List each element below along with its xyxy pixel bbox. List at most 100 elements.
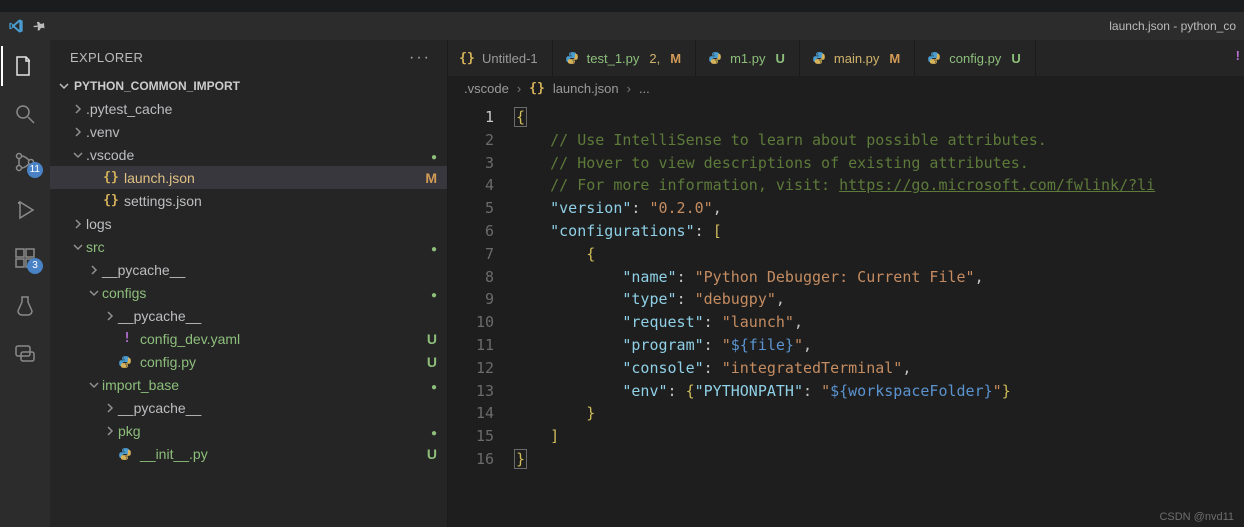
tree-file[interactable]: ·config.pyU (50, 350, 447, 373)
tree-folder[interactable]: .venv (50, 120, 447, 143)
project-header[interactable]: PYTHON_COMMON_IMPORT (50, 75, 447, 97)
explorer-title: EXPLORER (70, 50, 143, 65)
status-untracked: U (427, 354, 437, 370)
chevron-right-icon: › (627, 81, 631, 96)
editor-tab[interactable]: config.py U (915, 40, 1035, 76)
tree-item-label: __pycache__ (118, 308, 437, 324)
activity-search[interactable] (1, 94, 49, 134)
tree-folder[interactable]: .pytest_cache (50, 97, 447, 120)
tree-folder[interactable]: logs (50, 212, 447, 235)
tab-status: U (776, 51, 785, 66)
status-dot (431, 239, 437, 255)
breadcrumbs[interactable]: .vscode › {} launch.json › ... (448, 76, 1244, 100)
line-number: 7 (448, 243, 494, 266)
chevron-right-icon (88, 264, 102, 276)
chevron-right-icon (104, 310, 118, 322)
tree-item-label: launch.json (124, 170, 425, 186)
tab-overflow-indicator[interactable]: ! (1036, 40, 1064, 76)
chevron-right-icon (104, 402, 118, 414)
editor-tab[interactable]: {}Untitled-1 (448, 40, 553, 76)
line-number: 12 (448, 357, 494, 380)
line-number: 13 (448, 380, 494, 403)
file-tree: .pytest_cache.venv.vscode·{}launch.jsonM… (50, 97, 447, 527)
tab-status: U (1011, 51, 1020, 66)
activity-debug[interactable] (1, 190, 49, 230)
line-number: 10 (448, 311, 494, 334)
chevron-right-icon (72, 218, 86, 230)
activity-explorer[interactable] (1, 46, 49, 86)
activity-extensions[interactable]: 3 (1, 238, 49, 278)
project-name: PYTHON_COMMON_IMPORT (74, 79, 240, 93)
line-number: 8 (448, 266, 494, 289)
editor-tab[interactable]: test_1.py2, M (553, 40, 696, 76)
watermark: CSDN @nvd11 (1159, 511, 1234, 523)
tree-folder[interactable]: pkg (50, 419, 447, 442)
tree-folder[interactable]: import_base (50, 373, 447, 396)
chevron-right-icon: › (517, 81, 521, 96)
tab-label: test_1.py (587, 51, 640, 66)
vscode-logo-icon (8, 18, 24, 34)
code-editor[interactable]: 12345678910111213141516 { // Use Intelli… (448, 100, 1244, 527)
tree-item-label: pkg (118, 423, 431, 439)
tree-file[interactable]: ·__init__.pyU (50, 442, 447, 465)
explorer-more-icon[interactable]: ··· (409, 49, 431, 67)
tab-label: main.py (834, 51, 880, 66)
pin-icon[interactable] (32, 18, 49, 35)
tree-item-label: .venv (86, 124, 437, 140)
status-modified: M (425, 170, 437, 186)
scm-badge: 11 (27, 162, 43, 178)
editor-tab[interactable]: main.py M (800, 40, 915, 76)
tree-folder[interactable]: __pycache__ (50, 396, 447, 419)
editor-tabs: {}Untitled-1test_1.py2, M m1.py Umain.py Mc… (448, 40, 1244, 76)
tab-status: M (889, 51, 900, 66)
ext-badge: 3 (27, 258, 43, 274)
chevron-down-icon (88, 379, 102, 391)
editor-tab[interactable]: m1.py U (696, 40, 800, 76)
tree-item-label: import_base (102, 377, 431, 393)
tree-folder[interactable]: src (50, 235, 447, 258)
chevron-right-icon (72, 126, 86, 138)
tree-folder[interactable]: .vscode (50, 143, 447, 166)
json-icon: {} (102, 170, 120, 185)
tab-status: M (670, 51, 681, 66)
tree-folder[interactable]: configs (50, 281, 447, 304)
tab-label: Untitled-1 (482, 51, 538, 66)
status-dot (431, 147, 437, 163)
titlebar: launch.json - python_co (0, 12, 1244, 40)
tree-item-label: src (86, 239, 431, 255)
tree-folder[interactable]: __pycache__ (50, 304, 447, 327)
line-number: 11 (448, 334, 494, 357)
status-untracked: U (427, 446, 437, 462)
tree-file[interactable]: ·!config_dev.yamlU (50, 327, 447, 350)
line-number: 6 (448, 220, 494, 243)
python-icon (118, 355, 136, 369)
activity-testing[interactable] (1, 286, 49, 326)
status-dot (431, 285, 437, 301)
python-icon (812, 51, 826, 65)
python-icon (118, 447, 136, 461)
tree-item-label: logs (86, 216, 437, 232)
tab-label: m1.py (730, 51, 765, 66)
activity-bar: 11 3 (0, 40, 50, 527)
tree-item-label: __pycache__ (102, 262, 437, 278)
yaml-icon: ! (118, 331, 136, 346)
tree-file[interactable]: ·{}launch.jsonM (50, 166, 447, 189)
tree-item-label: __init__.py (140, 446, 427, 462)
python-icon (708, 51, 722, 65)
tree-folder[interactable]: __pycache__ (50, 258, 447, 281)
activity-chat[interactable] (1, 334, 49, 374)
tree-item-label: settings.json (124, 193, 437, 209)
code-body[interactable]: { // Use IntelliSense to learn about pos… (514, 100, 1244, 527)
editor-area: {}Untitled-1test_1.py2, M m1.py Umain.py Mc… (448, 40, 1244, 527)
line-number: 15 (448, 425, 494, 448)
line-number: 2 (448, 129, 494, 152)
line-number: 3 (448, 152, 494, 175)
chevron-down-icon (72, 241, 86, 253)
line-gutter: 12345678910111213141516 (448, 100, 514, 527)
breadcrumb-more: ... (639, 81, 650, 96)
chevron-down-icon (72, 149, 86, 161)
tree-file[interactable]: ·{}settings.json (50, 189, 447, 212)
tree-item-label: __pycache__ (118, 400, 437, 416)
activity-scm[interactable]: 11 (1, 142, 49, 182)
tab-label: config.py (949, 51, 1001, 66)
